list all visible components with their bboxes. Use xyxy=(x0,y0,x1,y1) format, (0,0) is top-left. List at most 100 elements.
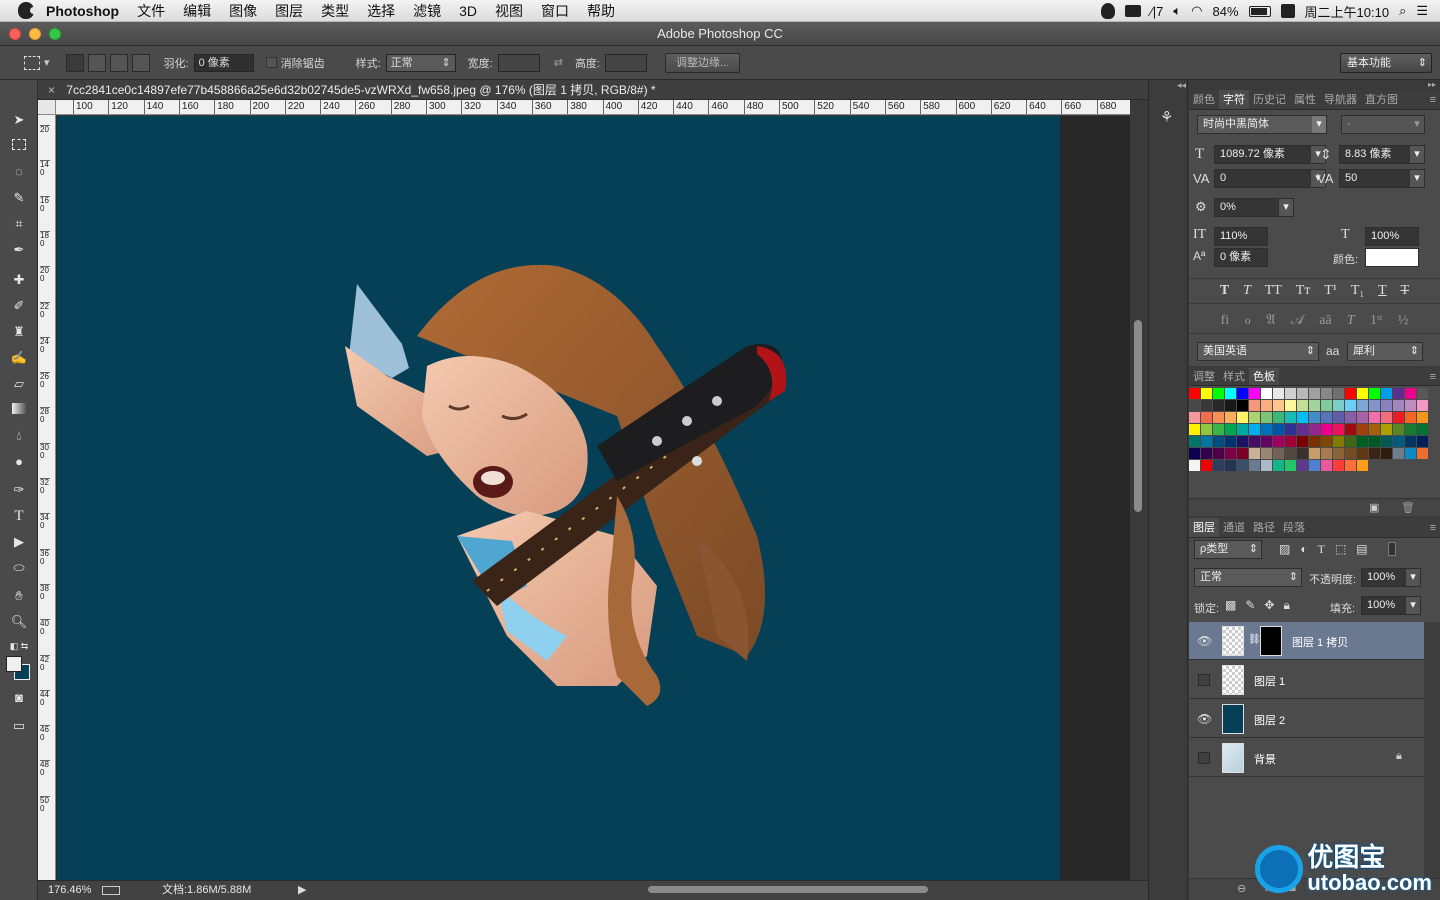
color-swatch[interactable] xyxy=(1345,436,1356,447)
color-swatch[interactable] xyxy=(1189,448,1200,459)
visibility-toggle-off[interactable] xyxy=(1198,752,1210,764)
layer-row-layer1-copy[interactable]: 👁︎ ⛓︎ 图层 1 拷贝 xyxy=(1189,622,1424,660)
menu-edit[interactable]: 编辑 xyxy=(183,1,211,21)
tab-paths[interactable]: 路径 xyxy=(1249,518,1279,537)
color-swatch[interactable] xyxy=(1309,412,1320,423)
visibility-toggle-off[interactable] xyxy=(1198,674,1210,686)
zoom-window-button[interactable] xyxy=(49,28,61,40)
color-swatch[interactable] xyxy=(1345,424,1356,435)
move-tool-icon[interactable]: ➤ xyxy=(8,110,30,130)
blend-mode-select[interactable]: 正常 ⇕ xyxy=(1194,568,1302,587)
color-swatch[interactable] xyxy=(1393,412,1404,423)
color-swatch[interactable] xyxy=(1393,448,1404,459)
color-swatch[interactable] xyxy=(1357,448,1368,459)
tab-color[interactable]: 颜色 xyxy=(1189,90,1219,109)
color-swatch[interactable] xyxy=(1201,436,1212,447)
color-swatch[interactable] xyxy=(1381,412,1392,423)
strikethrough-button[interactable]: T xyxy=(1401,283,1410,299)
menu-app-name[interactable]: Photoshop xyxy=(46,3,119,19)
color-swatch[interactable] xyxy=(1417,400,1428,411)
color-swatch[interactable] xyxy=(1381,436,1392,447)
quick-select-tool-icon[interactable]: ✎ xyxy=(8,188,30,208)
foreground-color-swatch[interactable] xyxy=(6,656,22,672)
filter-type-icon[interactable]: T xyxy=(1318,542,1325,557)
color-swatch[interactable] xyxy=(1417,424,1428,435)
minimize-window-button[interactable] xyxy=(29,28,41,40)
color-swatch[interactable] xyxy=(1261,436,1272,447)
color-swatch[interactable] xyxy=(1213,436,1224,447)
color-swatch[interactable] xyxy=(1417,436,1428,447)
color-swatch[interactable] xyxy=(1333,460,1344,471)
intersect-selection-button[interactable] xyxy=(131,53,150,72)
color-swatch[interactable] xyxy=(1309,388,1320,399)
gradient-tool-icon[interactable] xyxy=(8,400,30,420)
font-style-select[interactable]: - ▾ xyxy=(1341,115,1425,134)
tsume-input[interactable]: 0% ▾ xyxy=(1214,198,1294,217)
color-swatch[interactable] xyxy=(1273,424,1284,435)
fractions-button[interactable]: ½ xyxy=(1398,313,1409,329)
color-swatch[interactable] xyxy=(1249,460,1260,471)
tab-history[interactable]: 历史记 xyxy=(1249,90,1290,109)
add-to-selection-button[interactable] xyxy=(87,53,106,72)
color-swatch[interactable] xyxy=(1321,388,1332,399)
ellipse-tool-icon[interactable]: ⬭ xyxy=(8,558,30,578)
color-swatch[interactable] xyxy=(1273,388,1284,399)
color-swatch[interactable] xyxy=(1237,388,1248,399)
document-canvas[interactable] xyxy=(57,116,1060,880)
layer-mask-thumbnail[interactable] xyxy=(1260,626,1282,656)
lock-all-icon[interactable]: 🔒︎ xyxy=(1283,598,1289,613)
vertical-ruler[interactable]: 20 140 160 180 200 220 240 260 280 300 320 340 360 38… xyxy=(38,115,56,880)
color-swatch[interactable] xyxy=(1285,424,1296,435)
marquee-tool-preset-icon[interactable] xyxy=(24,55,40,70)
superscript-button[interactable]: T¹ xyxy=(1324,283,1337,299)
opacity-input[interactable]: 100% ▾ xyxy=(1361,568,1421,587)
close-window-button[interactable] xyxy=(9,28,21,40)
color-swatch[interactable] xyxy=(1273,460,1284,471)
color-swatch[interactable] xyxy=(1369,400,1380,411)
menu-view[interactable]: 视图 xyxy=(495,1,523,21)
tab-paragraph[interactable]: 段落 xyxy=(1279,518,1309,537)
eraser-tool-icon[interactable]: ▱ xyxy=(8,374,30,394)
color-swatch[interactable] xyxy=(1357,436,1368,447)
color-swatch[interactable] xyxy=(1393,424,1404,435)
color-swatch[interactable] xyxy=(1225,400,1236,411)
color-swatch[interactable] xyxy=(1213,448,1224,459)
hand-tool-icon[interactable]: ✋︎ xyxy=(8,586,30,606)
color-swatch[interactable] xyxy=(1249,388,1260,399)
new-swatch-icon[interactable]: ▣ xyxy=(1369,501,1379,514)
color-swatch[interactable] xyxy=(1249,448,1260,459)
faux-italic-button[interactable]: T xyxy=(1243,283,1251,299)
apple-menu-icon[interactable] xyxy=(18,2,37,19)
status-info-icon[interactable] xyxy=(102,886,120,895)
input-source-icon[interactable] xyxy=(1280,4,1295,18)
color-swatch[interactable] xyxy=(1273,412,1284,423)
wifi-icon[interactable]: ◠ xyxy=(1191,3,1202,19)
underline-button[interactable]: T xyxy=(1378,283,1387,299)
color-swatch[interactable] xyxy=(1249,436,1260,447)
color-swatch[interactable] xyxy=(1213,424,1224,435)
width-input[interactable] xyxy=(497,53,540,72)
color-swatch[interactable] xyxy=(1405,412,1416,423)
color-swatch[interactable] xyxy=(1261,388,1272,399)
color-swatch[interactable] xyxy=(1225,412,1236,423)
healing-brush-tool-icon[interactable]: ✚ xyxy=(8,270,30,290)
layer-row-layer2[interactable]: 👁︎ 图层 2 xyxy=(1189,700,1424,738)
menu-window[interactable]: 窗口 xyxy=(541,1,569,21)
new-selection-button[interactable] xyxy=(65,53,84,72)
pen-tool-icon[interactable]: ✑ xyxy=(8,480,30,500)
color-swatch[interactable] xyxy=(1333,436,1344,447)
menu-filter[interactable]: 滤镜 xyxy=(413,1,441,21)
filter-toggle-icon[interactable] xyxy=(1387,542,1396,556)
type-tool-icon[interactable]: T xyxy=(8,506,30,526)
color-swatch[interactable] xyxy=(1321,424,1332,435)
color-swatch[interactable] xyxy=(1297,400,1308,411)
color-swatch[interactable] xyxy=(1273,400,1284,411)
vertical-scale-input[interactable]: 110% xyxy=(1214,227,1268,246)
old-style-button[interactable]: ℴ xyxy=(1244,312,1250,329)
brush-presets-icon[interactable]: ⚘ xyxy=(1160,108,1178,126)
color-swatch[interactable] xyxy=(1321,436,1332,447)
all-caps-button[interactable]: TT xyxy=(1265,283,1282,299)
color-swatch[interactable] xyxy=(1357,412,1368,423)
screen-mode-icon[interactable]: ▭ xyxy=(8,716,30,736)
color-swatch[interactable] xyxy=(1357,424,1368,435)
